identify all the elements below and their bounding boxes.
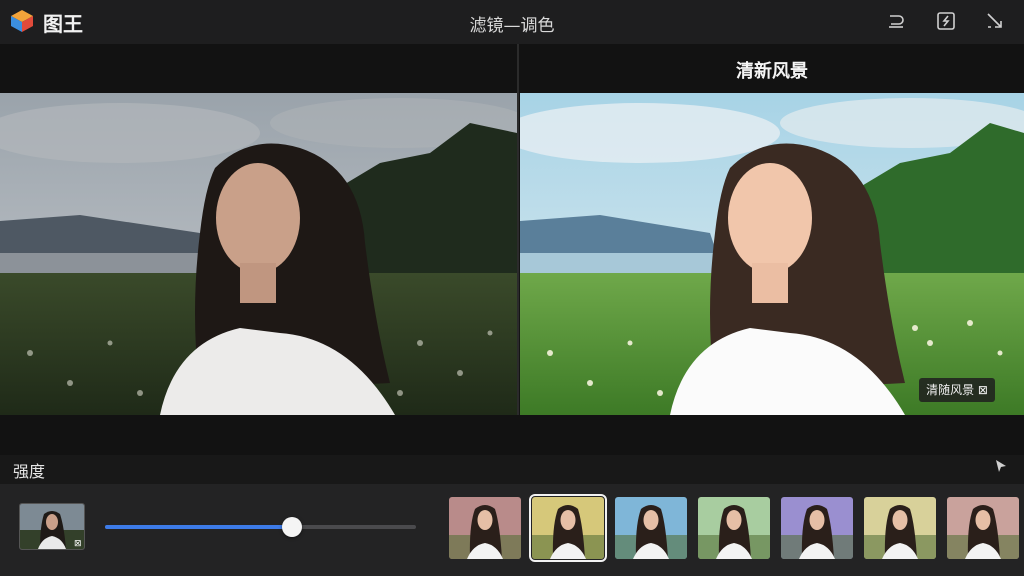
undo-icon[interactable] <box>885 10 907 32</box>
filter-label: 清新风景 <box>736 61 808 82</box>
strength-slider[interactable] <box>105 517 416 537</box>
thumb-caption: ⊠ <box>74 539 82 549</box>
filter-preset-4[interactable] <box>698 497 770 559</box>
collapse-icon[interactable] <box>984 10 1006 32</box>
window-title: 滤镜—调色 <box>469 16 555 36</box>
current-thumbnail[interactable]: ⊠ <box>19 503 85 550</box>
filter-preset-5[interactable] <box>781 497 853 559</box>
photo-filtered <box>520 93 1024 415</box>
filter-preset-2[interactable] <box>529 494 607 562</box>
strength-slider-handle[interactable] <box>281 517 302 537</box>
strength-slider-fill <box>105 525 292 529</box>
filter-preset-7[interactable] <box>947 497 1019 559</box>
photo-original <box>0 93 517 415</box>
pointer-icon <box>996 460 1006 472</box>
filter-preset-3[interactable] <box>615 497 687 559</box>
compare-divider[interactable] <box>517 44 519 454</box>
filter-badge[interactable]: 清随风景 ⊠ <box>919 378 995 402</box>
filter-preset-1[interactable] <box>449 497 521 559</box>
strength-header <box>0 455 1024 484</box>
compare-icon[interactable] <box>935 10 957 32</box>
filter-preset-6[interactable] <box>864 497 936 559</box>
preview-footer <box>0 415 1024 455</box>
strength-label: 强度 <box>13 462 46 481</box>
